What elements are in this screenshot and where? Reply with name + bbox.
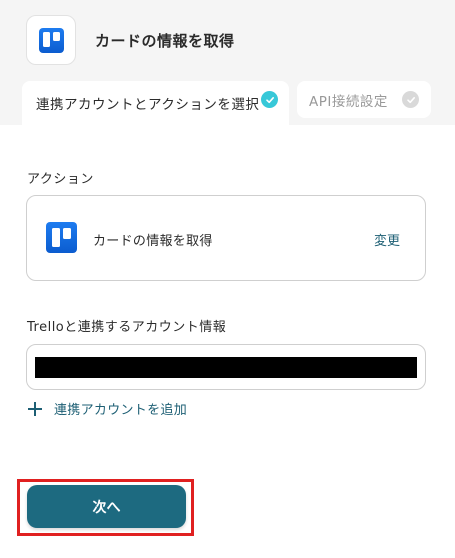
account-section-label: Trelloと連携するアカウント情報 xyxy=(27,320,227,335)
app-icon-container xyxy=(26,15,76,65)
page-title: カードの情報を取得 xyxy=(95,32,235,50)
tab-label: 連携アカウントとアクションを選択 xyxy=(36,97,260,113)
action-name: カードの情報を取得 xyxy=(93,234,213,249)
change-action-link[interactable]: 変更 xyxy=(374,230,400,249)
action-section-label: アクション xyxy=(27,172,94,187)
check-incomplete-icon xyxy=(402,91,419,108)
action-card: カードの情報を取得 変更 xyxy=(26,195,426,281)
add-account-link[interactable]: 連携アカウントを追加 xyxy=(28,399,187,418)
next-button[interactable]: 次へ xyxy=(27,485,186,528)
redacted-account-value xyxy=(35,357,417,378)
account-select-field[interactable] xyxy=(26,344,426,390)
tab-label: API接続設定 xyxy=(309,93,388,110)
tab-select-account-action[interactable]: 連携アカウントとアクションを選択 xyxy=(22,81,289,125)
add-account-label: 連携アカウントを追加 xyxy=(54,403,188,418)
trello-icon xyxy=(38,27,64,53)
plus-icon xyxy=(28,401,42,416)
trello-icon xyxy=(46,222,77,253)
check-complete-icon xyxy=(261,91,278,108)
tab-api-settings[interactable]: API接続設定 xyxy=(297,81,431,118)
